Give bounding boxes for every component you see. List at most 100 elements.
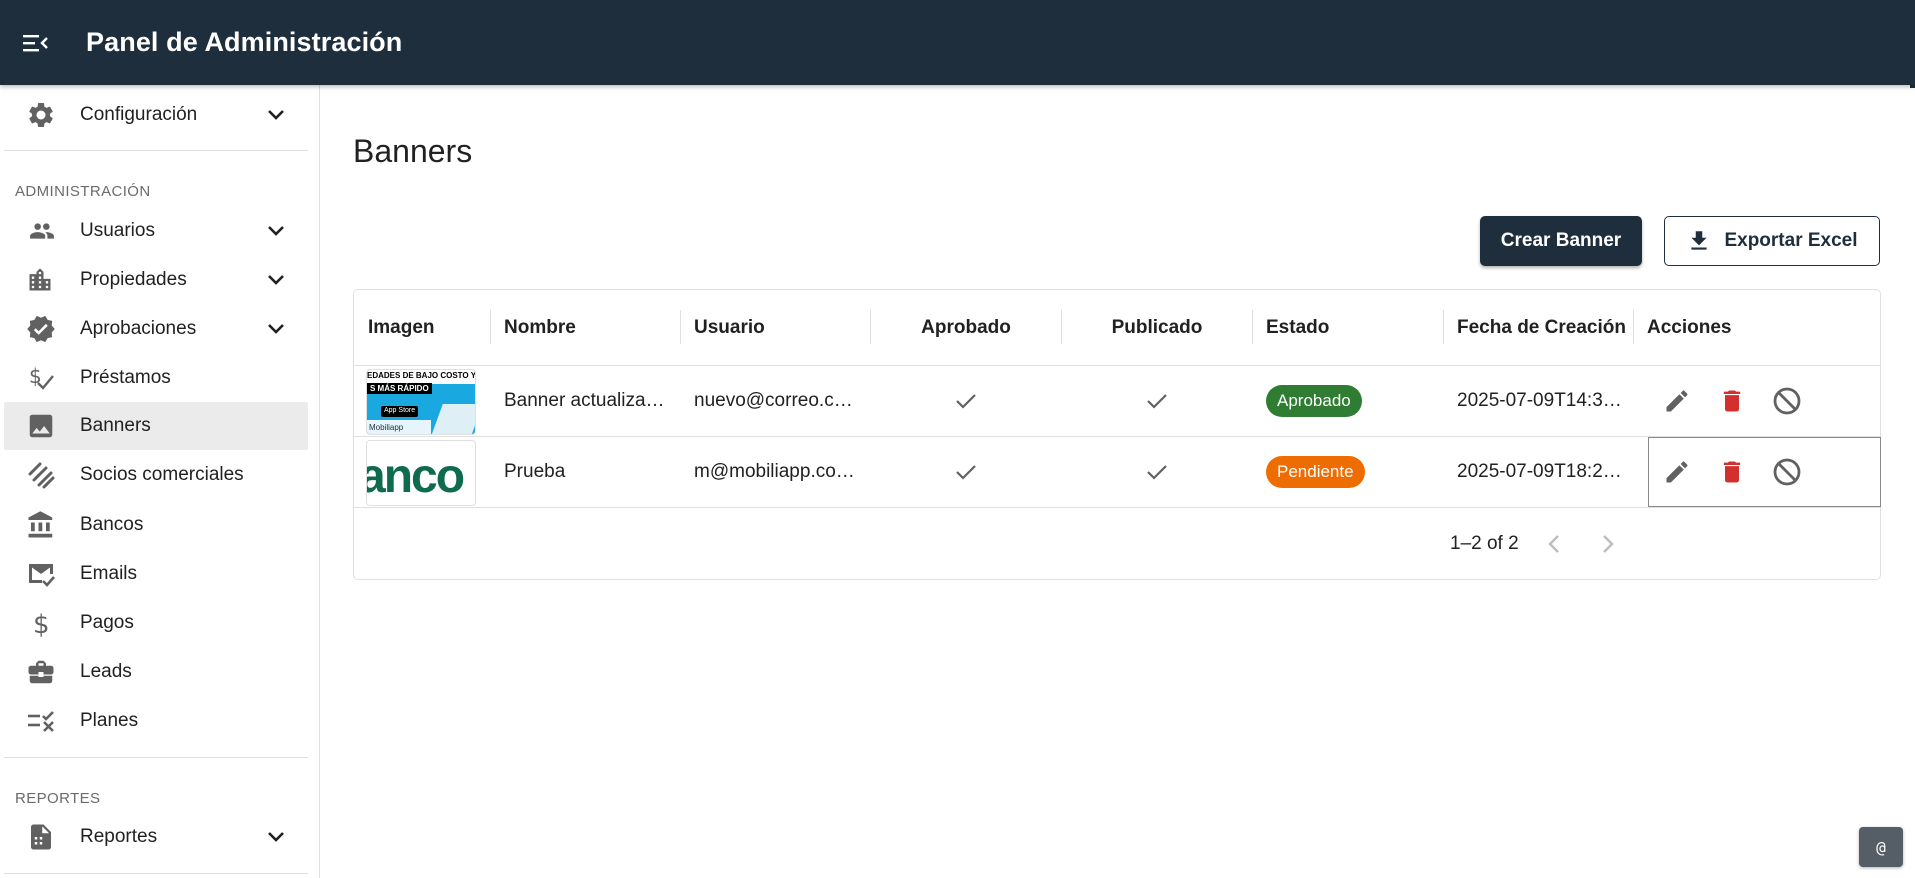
pagination-text: 1–2 of 2: [1450, 533, 1519, 554]
dollar-icon: $: [4, 599, 80, 647]
banner-thumbnail[interactable]: EDADES DE BAJO COSTO Y S MÁS RÁPIDO App …: [366, 369, 476, 435]
column-header-acciones: Acciones: [1647, 317, 1732, 338]
column-separator: [1252, 310, 1253, 344]
cell-aprobado: [871, 366, 1061, 436]
previous-page-button[interactable]: [1532, 522, 1576, 566]
column-header-usuario[interactable]: Usuario: [694, 290, 765, 366]
image-icon: [4, 402, 80, 450]
chevron-down-icon: [256, 225, 296, 237]
banners-table: Imagen Nombre Usuario Aprobado Publicado…: [353, 289, 1881, 580]
export-excel-label: Exportar Excel: [1724, 230, 1858, 251]
cell-fecha: 2025-07-09T14:3…: [1457, 390, 1622, 411]
column-header-imagen[interactable]: Imagen: [368, 290, 435, 366]
sidebar-item-label: Aprobaciones: [80, 318, 197, 339]
loan-icon: $: [4, 354, 80, 402]
sidebar-item-label: Préstamos: [80, 367, 171, 388]
corner-widget-button[interactable]: @: [1859, 827, 1903, 867]
section-header-reportes: REPORTES: [15, 790, 101, 807]
svg-text:$: $: [33, 610, 50, 638]
divider: [4, 150, 308, 151]
column-header-nombre[interactable]: Nombre: [504, 290, 576, 366]
column-header-aprobado[interactable]: Aprobado: [871, 290, 1061, 366]
chevron-down-icon: [256, 323, 296, 335]
sidebar-item-emails[interactable]: Emails: [4, 550, 308, 598]
column-separator: [490, 310, 491, 344]
cell-acciones: [1650, 366, 1880, 436]
divider: [4, 873, 308, 874]
menu-toggle-button[interactable]: [0, 0, 72, 85]
handshake-icon: [4, 451, 80, 499]
sidebar-item-label: Reportes: [80, 826, 158, 847]
download-icon: [1691, 231, 1708, 250]
chevron-left-icon: [1548, 535, 1559, 553]
sidebar-item-socios-comerciales[interactable]: Socios comerciales: [4, 451, 308, 499]
sidebar-item-aprobaciones[interactable]: Aprobaciones: [4, 305, 308, 353]
sidebar-item-pagos[interactable]: $ Pagos: [4, 599, 308, 647]
table-footer: 1–2 of 2: [354, 509, 1880, 580]
sidebar-item-label: Socios comerciales: [80, 464, 244, 485]
delete-button[interactable]: [1705, 374, 1759, 428]
sidebar-item-label: Planes: [80, 710, 139, 731]
check-icon: [1147, 465, 1167, 480]
sidebar-item-propiedades[interactable]: Propiedades: [4, 256, 308, 304]
page-title: Banners: [353, 133, 473, 169]
cell-fecha: 2025-07-09T18:2…: [1457, 461, 1622, 482]
column-header-publicado[interactable]: Publicado: [1062, 290, 1252, 366]
bank-icon: [4, 501, 80, 549]
cell-publicado: [1062, 437, 1252, 507]
cell-nombre: Prueba: [504, 461, 566, 482]
chevron-down-icon: [256, 274, 296, 286]
sidebar-item-reportes[interactable]: Reportes: [4, 813, 308, 861]
menu-collapse-icon: [23, 34, 48, 51]
thumbnail-text: EDADES DE BAJO COSTO Y: [367, 371, 476, 380]
cell-focus-outline: [1648, 437, 1881, 507]
export-excel-button[interactable]: Exportar Excel: [1664, 216, 1880, 266]
sidebar-item-label: Propiedades: [80, 269, 187, 290]
sidebar-item-prestamos[interactable]: $ Préstamos: [4, 354, 308, 402]
chevron-down-icon: [256, 109, 296, 121]
status-badge: Aprobado: [1266, 385, 1362, 417]
gear-icon: [4, 91, 80, 139]
sidebar-item-usuarios[interactable]: Usuarios: [4, 207, 308, 255]
thumbnail-text: Mobiliapp: [369, 423, 404, 432]
check-icon: [956, 394, 976, 409]
building-icon: [4, 256, 80, 304]
sidebar-item-leads[interactable]: Leads: [4, 648, 308, 696]
block-icon: [1773, 387, 1801, 415]
sidebar-item-configuracion[interactable]: Configuración: [4, 91, 308, 139]
banner-thumbnail[interactable]: anco: [366, 440, 476, 506]
main-content: Banners Crear Banner Exportar Excel Imag…: [321, 85, 1915, 878]
divider: [4, 757, 308, 758]
sidebar-item-label: Usuarios: [80, 220, 155, 241]
thumbnail-text: anco: [366, 450, 465, 503]
disable-button[interactable]: [1760, 374, 1814, 428]
column-separator: [1633, 310, 1634, 344]
section-header-administracion: ADMINISTRACIÓN: [15, 183, 151, 200]
cell-usuario: m@mobiliapp.co…: [694, 461, 855, 482]
thumbnail-text: App Store: [381, 406, 419, 417]
edit-button[interactable]: [1650, 374, 1704, 428]
people-icon: [4, 207, 80, 255]
cell-usuario: nuevo@correo.c…: [694, 390, 853, 411]
table-row[interactable]: EDADES DE BAJO COSTO Y S MÁS RÁPIDO App …: [354, 366, 1880, 437]
cell-estado: Aprobado: [1266, 366, 1436, 436]
trash-icon: [1723, 390, 1741, 412]
app-title: Panel de Administración: [86, 27, 403, 57]
verified-badge-icon: [4, 305, 80, 353]
sidebar-item-bancos[interactable]: Bancos: [4, 501, 308, 549]
next-page-button[interactable]: [1586, 522, 1630, 566]
sidebar-item-planes[interactable]: Planes: [4, 697, 308, 745]
checklist-icon: [4, 697, 80, 745]
column-header-fecha-creacion[interactable]: Fecha de Creación: [1457, 290, 1626, 366]
thumbnail-text: S MÁS RÁPIDO: [367, 383, 432, 394]
column-separator: [680, 310, 681, 344]
cell-nombre: Banner actualiza…: [504, 390, 665, 411]
create-banner-button[interactable]: Crear Banner: [1480, 216, 1642, 266]
report-icon: [4, 813, 80, 861]
sidebar-item-label: Leads: [80, 661, 132, 682]
sidebar-item-label: Banners: [80, 415, 151, 436]
column-header-estado[interactable]: Estado: [1266, 290, 1329, 366]
sidebar-item-label: Bancos: [80, 514, 144, 535]
sidebar-item-label: Pagos: [80, 612, 134, 633]
sidebar-item-banners[interactable]: Banners: [4, 402, 308, 450]
